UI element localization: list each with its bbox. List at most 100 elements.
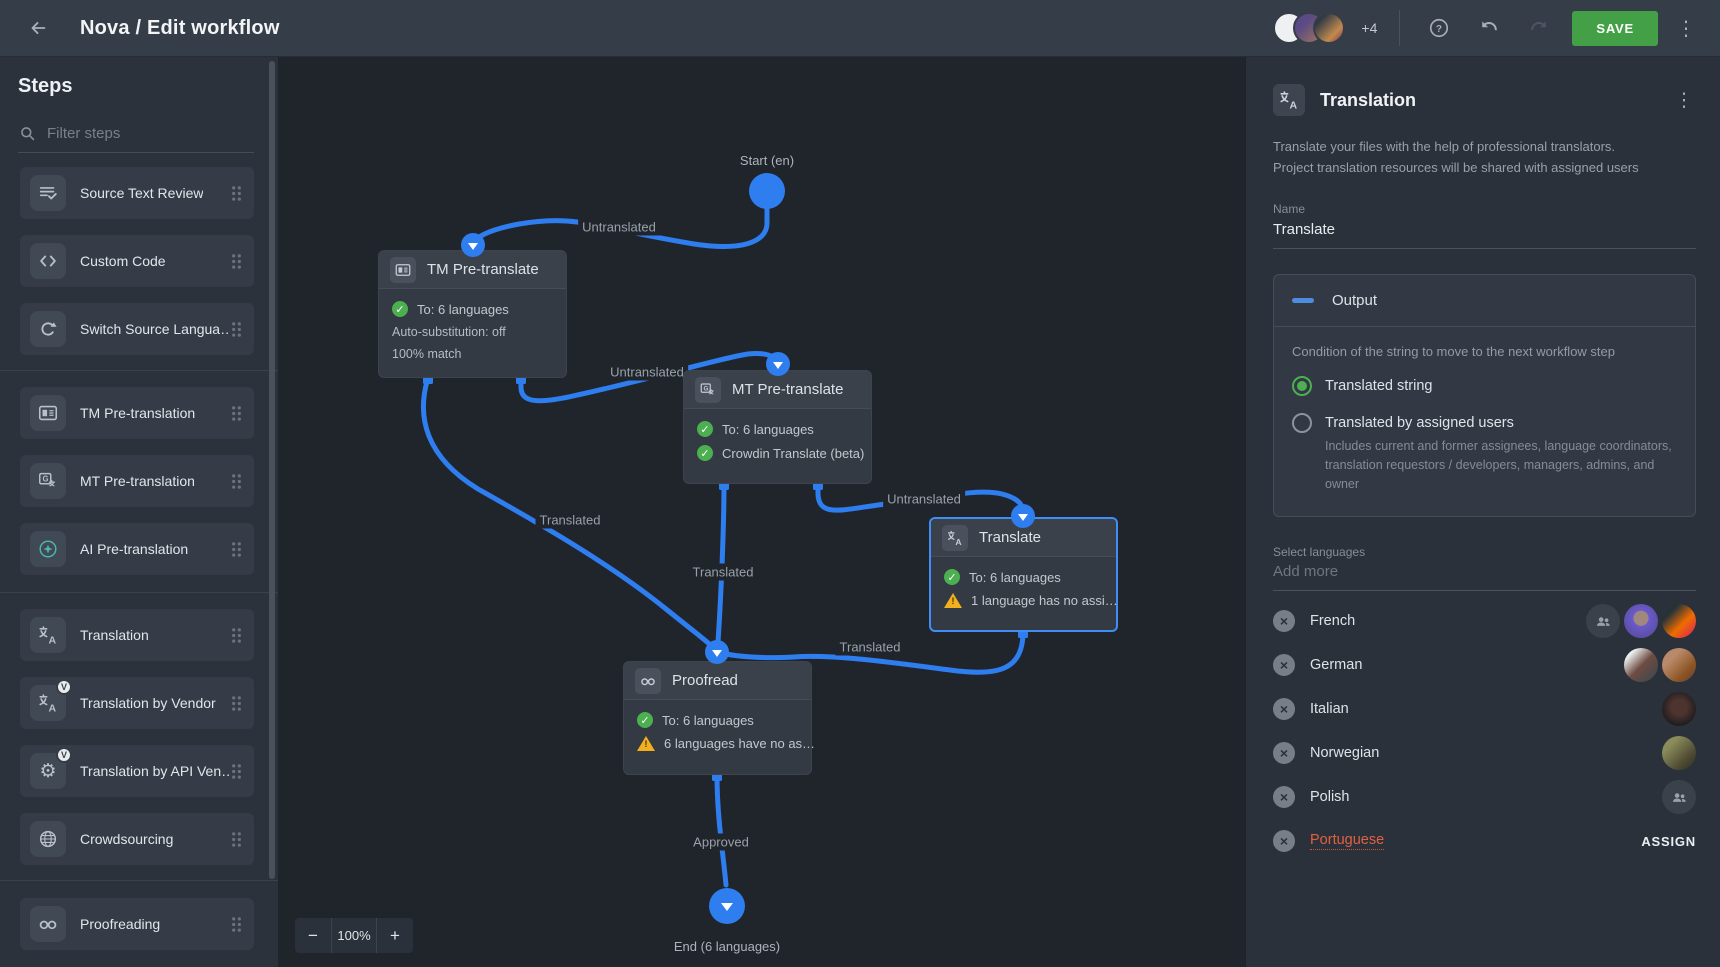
drag-handle-icon[interactable]: [229, 762, 244, 781]
assign-button[interactable]: ASSIGN: [1641, 834, 1696, 849]
translate-icon: [1278, 89, 1300, 111]
unassigned-language-name: Portuguese: [1310, 832, 1384, 850]
help-button[interactable]: [1422, 11, 1456, 45]
drag-handle-icon[interactable]: [229, 404, 244, 423]
language-row-german: × German: [1273, 643, 1696, 687]
add-language-input[interactable]: [1273, 563, 1696, 591]
remove-language-icon[interactable]: ×: [1273, 786, 1295, 808]
sidebar-item-translation-by-vendor[interactable]: V Translation by Vendor: [20, 677, 254, 729]
edge-label: Approved: [689, 834, 753, 851]
drag-handle-icon[interactable]: [229, 694, 244, 713]
save-button[interactable]: SAVE: [1572, 11, 1658, 46]
language-row-norwegian: × Norwegian: [1273, 731, 1696, 775]
zoom-out-button[interactable]: −: [295, 918, 331, 953]
avatar[interactable]: [1624, 648, 1658, 682]
node-status-row: 6 languages have no as…: [637, 736, 798, 751]
avatar[interactable]: [1624, 604, 1658, 638]
node-input-port[interactable]: [461, 233, 485, 257]
radio-unselected-icon: [1292, 413, 1312, 433]
node-proofread[interactable]: Proofread ✓To: 6 languages 6 languages h…: [623, 661, 812, 775]
avatar[interactable]: [1662, 736, 1696, 770]
name-field-group: Name: [1273, 202, 1696, 249]
group-icon[interactable]: [1586, 604, 1620, 638]
panel-title: Translation: [1320, 90, 1416, 111]
node-tm-pre-translate[interactable]: TM Pre-translate ✓To: 6 languages Auto-s…: [378, 250, 567, 378]
output-card-header: Output: [1274, 275, 1695, 327]
sidebar-item-ai-pre-translation[interactable]: AI Pre-translation: [20, 523, 254, 575]
node-status-row: Auto-substitution: off: [392, 325, 553, 339]
undo-icon: [1478, 17, 1500, 39]
drag-handle-icon[interactable]: [229, 184, 244, 203]
sidebar-item-switch-source-language[interactable]: Switch Source Langua…: [20, 303, 254, 355]
drag-handle-icon[interactable]: [229, 472, 244, 491]
sidebar-item-translation-by-api-vendor[interactable]: ⚙ V Translation by API Ven…: [20, 745, 254, 797]
node-input-port[interactable]: [766, 352, 790, 376]
sidebar-item-custom-code[interactable]: Custom Code: [20, 235, 254, 287]
drag-handle-icon[interactable]: [229, 915, 244, 934]
start-node[interactable]: [749, 173, 785, 209]
node-status-row: ✓To: 6 languages: [637, 712, 798, 728]
node-status-row: ✓Crowdin Translate (beta): [697, 445, 858, 461]
drag-handle-icon[interactable]: [229, 626, 244, 645]
sidebar-item-mt-pre-translation[interactable]: MT Pre-translation: [20, 455, 254, 507]
tm-card-icon: [394, 261, 412, 279]
edge-label: Untranslated: [578, 219, 660, 236]
remove-language-icon[interactable]: ×: [1273, 742, 1295, 764]
edge-label: Untranslated: [883, 491, 965, 508]
edge-label: Untranslated: [606, 364, 688, 381]
sidebar-item-translation[interactable]: Translation: [20, 609, 254, 661]
workflow-canvas[interactable]: Start (en) End (6 languages) Untranslate…: [278, 57, 1245, 967]
node-input-port[interactable]: [1011, 504, 1035, 528]
remove-language-icon[interactable]: ×: [1273, 830, 1295, 852]
radio-translated-string[interactable]: Translated string: [1292, 376, 1677, 396]
sidebar-title: Steps: [18, 75, 72, 98]
drag-handle-icon[interactable]: [229, 252, 244, 271]
step-settings-panel: Translation ⋮ Translate your files with …: [1245, 57, 1720, 967]
sidebar-item-tm-pre-translation[interactable]: TM Pre-translation: [20, 387, 254, 439]
back-button[interactable]: [22, 12, 54, 44]
sidebar-item-proofreading[interactable]: Proofreading: [20, 898, 254, 950]
zoom-in-button[interactable]: +: [377, 918, 413, 953]
avatar-overflow-count[interactable]: +4: [1361, 20, 1377, 36]
header-menu-button[interactable]: ⋮: [1674, 16, 1698, 41]
sidebar-item-source-text-review[interactable]: Source Text Review: [20, 167, 254, 219]
node-translate[interactable]: Translate ✓To: 6 languages 1 language ha…: [929, 517, 1118, 632]
glasses-icon: [639, 672, 657, 690]
drag-handle-icon[interactable]: [229, 830, 244, 849]
end-node[interactable]: [709, 888, 745, 924]
redo-icon: [1528, 17, 1550, 39]
node-status-row: ✓To: 6 languages: [697, 421, 858, 437]
sidebar-scrollbar[interactable]: [269, 61, 275, 879]
node-mt-pre-translate[interactable]: MT Pre-translate ✓To: 6 languages ✓Crowd…: [683, 370, 872, 484]
remove-language-icon[interactable]: ×: [1273, 654, 1295, 676]
output-condition-label: Condition of the string to move to the n…: [1292, 344, 1677, 359]
warning-icon: [637, 736, 655, 751]
avatar[interactable]: [1662, 692, 1696, 726]
node-input-port[interactable]: [705, 640, 729, 664]
panel-menu-button[interactable]: ⋮: [1672, 89, 1696, 112]
filter-steps-input[interactable]: [47, 125, 254, 142]
collaborator-avatars[interactable]: [1273, 12, 1345, 44]
redo-button[interactable]: [1522, 11, 1556, 45]
radio-translated-by-assigned-users[interactable]: Translated by assigned users: [1292, 413, 1677, 433]
avatar[interactable]: [1662, 604, 1696, 638]
code-icon: [37, 250, 59, 272]
edit-workflow-app: Nova / Edit workflow +4 SAVE ⋮ Steps: [0, 0, 1720, 967]
select-languages-group: Select languages: [1273, 545, 1696, 591]
group-icon[interactable]: [1662, 780, 1696, 814]
undo-button[interactable]: [1472, 11, 1506, 45]
language-row-portuguese: × Portuguese ASSIGN: [1273, 819, 1696, 863]
language-row-italian: × Italian: [1273, 687, 1696, 731]
drag-handle-icon[interactable]: [229, 320, 244, 339]
filter-steps-field[interactable]: [18, 115, 254, 153]
name-input[interactable]: [1273, 221, 1696, 249]
avatar[interactable]: [1662, 648, 1696, 682]
language-row-polish: × Polish: [1273, 775, 1696, 819]
node-status-row: 100% match: [392, 347, 553, 361]
sidebar-item-crowdsourcing[interactable]: Crowdsourcing: [20, 813, 254, 865]
steps-sidebar: Steps Source Text Review Custom Code Swi…: [0, 57, 278, 967]
vendor-badge: V: [56, 679, 72, 695]
drag-handle-icon[interactable]: [229, 540, 244, 559]
remove-language-icon[interactable]: ×: [1273, 698, 1295, 720]
remove-language-icon[interactable]: ×: [1273, 610, 1295, 632]
